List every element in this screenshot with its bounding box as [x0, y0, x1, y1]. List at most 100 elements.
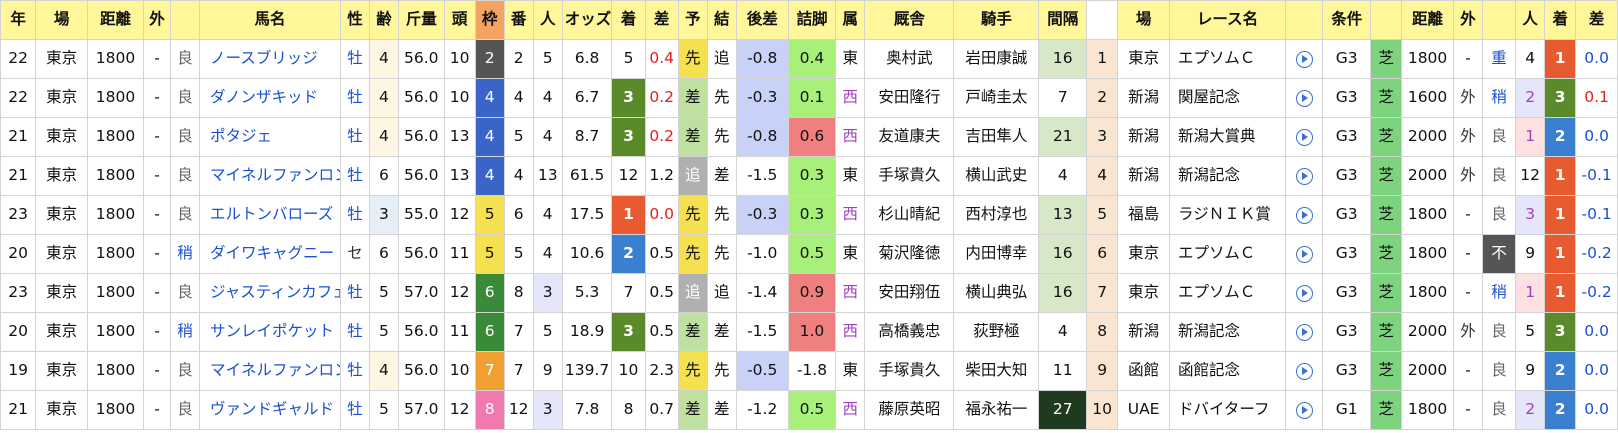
video-cell[interactable] [1285, 39, 1324, 79]
prev-going-cell: 重 [1481, 39, 1517, 79]
race-name-cell[interactable]: エプソムＣ [1168, 39, 1287, 79]
video-cell[interactable] [1285, 195, 1324, 235]
col-header[interactable]: 人 [532, 0, 563, 40]
col-header[interactable]: 騎手 [953, 0, 1040, 40]
col-header[interactable]: 距離 [1401, 0, 1454, 40]
col-header[interactable]: 着 [611, 0, 646, 40]
table-row[interactable]: 21 東京 1800- 良ヴァンドギャルド牡 5 57.0 12 8 12 3 7.8 8 0.7 差差 -… [0, 390, 1618, 430]
col-header [1370, 0, 1403, 40]
play-video-icon[interactable] [1295, 323, 1313, 341]
col-header[interactable]: 外 [1452, 0, 1483, 40]
table-row[interactable]: 23 東京 1800- 良エルトンバローズ牡 3 55.0 12 5 6 4 17.5 1 0.0 先先 -… [0, 195, 1618, 235]
col-header[interactable]: 年 [0, 0, 37, 40]
prev-track-cell: 新潟 [1117, 156, 1170, 196]
horse-name-cell[interactable]: ノースブリッジ [198, 39, 341, 79]
play-video-icon[interactable] [1295, 89, 1313, 107]
horse-name-cell[interactable]: マイネルファンロン [198, 156, 341, 196]
video-cell[interactable] [1285, 312, 1324, 352]
play-video-icon[interactable] [1295, 401, 1313, 419]
horse-name-cell[interactable]: サンレイポケット [198, 312, 341, 352]
finish-cell: 7 [611, 273, 646, 313]
video-cell[interactable] [1285, 78, 1324, 118]
play-video-icon[interactable] [1295, 50, 1313, 68]
track-cell: 東京 [35, 390, 89, 430]
horse-name-cell[interactable]: ヴァンドギャルド [198, 390, 341, 430]
play-video-icon[interactable] [1295, 128, 1313, 146]
age-cell: 6 [368, 234, 399, 274]
play-video-icon[interactable] [1295, 167, 1313, 185]
horse-name-cell[interactable]: ポタジェ [198, 117, 341, 157]
col-header[interactable]: 着 [1544, 0, 1577, 40]
col-header[interactable]: 外 [143, 0, 171, 40]
video-cell[interactable] [1285, 273, 1324, 313]
distance-cell: 1800 [87, 351, 145, 391]
interval-cell: 21 [1038, 117, 1088, 157]
col-header[interactable]: 差 [644, 0, 679, 40]
race-name-cell[interactable]: 函館記念 [1168, 351, 1287, 391]
col-header[interactable]: 場 [35, 0, 89, 40]
table-row[interactable]: 19 東京 1800- 良マイネルファンロン牡 4 56.0 10 7 7 9 139.7 10 2.3… [0, 351, 1618, 391]
race-name-cell[interactable]: エプソムＣ [1168, 273, 1287, 313]
col-header[interactable]: 結 [706, 0, 737, 40]
play-video-icon[interactable] [1295, 245, 1313, 263]
col-header[interactable]: 枠 [474, 0, 505, 40]
play-video-icon[interactable] [1295, 362, 1313, 380]
col-header[interactable]: 齢 [368, 0, 399, 40]
horse-name-cell[interactable]: エルトンバローズ [198, 195, 341, 235]
stable-region-cell: 西 [835, 195, 866, 235]
table-row[interactable]: 20 東京 1800- 稍ダイワキャグニーセ 6 56.0 11 5 5 4 10.6 2 0.5 先先 -… [0, 234, 1618, 274]
table-row[interactable]: 21 東京 1800- 良ポタジェ牡 4 56.0 13 4 5 4 8.7 3 0.2 差先 -0.8 0.… [0, 117, 1618, 157]
col-header[interactable]: レース名 [1168, 0, 1287, 40]
horse-name-cell[interactable]: ダイワキャグニー [198, 234, 341, 274]
col-header[interactable]: 属 [835, 0, 866, 40]
col-header[interactable]: 人 [1515, 0, 1546, 40]
race-name-cell[interactable]: 新潟記念 [1168, 312, 1287, 352]
horse-name-cell[interactable]: ダノンザキッド [198, 78, 341, 118]
sex-cell: 牡 [339, 195, 370, 235]
col-header[interactable] [169, 0, 200, 40]
race-name-cell[interactable]: ドバイターフ [1168, 390, 1287, 430]
col-header[interactable]: 差 [1575, 0, 1618, 40]
table-row[interactable]: 20 東京 1800- 稍サンレイポケット牡 5 56.0 11 6 7 5 18.9 3 0.5 差差 -… [0, 312, 1618, 352]
col-header[interactable]: 馬名 [198, 0, 341, 40]
video-cell[interactable] [1285, 351, 1324, 391]
video-cell[interactable] [1285, 117, 1324, 157]
col-header[interactable]: 性 [339, 0, 370, 40]
table-row[interactable]: 22 東京 1800- 良ダノンザキッド牡 4 56.0 10 4 4 4 6.7 3 0.2 差先 -0.… [0, 78, 1618, 118]
col-header[interactable]: オッズ [561, 0, 613, 40]
prediction-cell: 差 [677, 117, 708, 157]
race-name-cell[interactable]: エプソムＣ [1168, 234, 1287, 274]
video-cell[interactable] [1285, 234, 1324, 274]
distance-cell: 1800 [87, 390, 145, 430]
horse-name-cell[interactable]: マイネルファンロン [198, 351, 341, 391]
col-header[interactable]: 予 [677, 0, 708, 40]
col-header[interactable]: 場 [1117, 0, 1170, 40]
table-row[interactable]: 21 東京 1800- 良マイネルファンロン牡 6 56.0 13 4 4 13 61.5 12 1.2… [0, 156, 1618, 196]
table-row[interactable]: 22 東京 1800- 良ノースブリッジ牡 4 56.0 10 2 2 5 6.8 5 0.4 先追 -0.… [0, 39, 1618, 79]
race-name-cell[interactable]: 新潟記念 [1168, 156, 1287, 196]
video-cell[interactable] [1285, 390, 1324, 430]
col-header[interactable]: 番 [503, 0, 534, 40]
race-name-cell[interactable]: 関屋記念 [1168, 78, 1287, 118]
distance-cell: 1800 [87, 195, 145, 235]
surface-cell: 芝 [1370, 156, 1403, 196]
col-header[interactable]: 頭 [443, 0, 476, 40]
year-cell: 23 [0, 273, 37, 313]
play-video-icon[interactable] [1295, 284, 1313, 302]
col-header[interactable]: 後差 [735, 0, 789, 40]
margin-cell: 2.3 [644, 351, 679, 391]
col-header[interactable]: 斤量 [397, 0, 445, 40]
col-header[interactable]: 厩舎 [864, 0, 955, 40]
col-header[interactable]: 距離 [87, 0, 145, 40]
distance-cell: 1800 [87, 78, 145, 118]
table-row[interactable]: 23 東京 1800- 良ジャスティンカフェ牡 5 57.0 12 6 8 3 5.3 7 0.5 追追 -… [0, 273, 1618, 313]
race-name-cell[interactable]: ラジＮＩＫ賞 [1168, 195, 1287, 235]
track-cell: 東京 [35, 351, 89, 391]
col-header[interactable]: 間隔 [1038, 0, 1088, 40]
video-cell[interactable] [1285, 156, 1324, 196]
horse-name-cell[interactable]: ジャスティンカフェ [198, 273, 341, 313]
race-name-cell[interactable]: 新潟大賞典 [1168, 117, 1287, 157]
play-video-icon[interactable] [1295, 206, 1313, 224]
col-header[interactable]: 条件 [1322, 0, 1372, 40]
col-header[interactable]: 詰脚 [787, 0, 837, 40]
